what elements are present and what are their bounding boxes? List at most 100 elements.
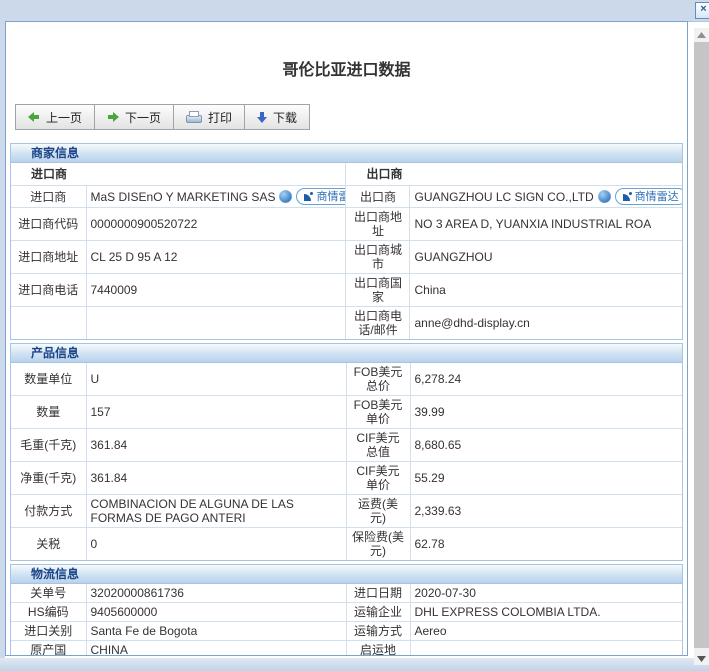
field-label: FOB美元单价 bbox=[345, 395, 411, 429]
field-label: 关税 bbox=[11, 527, 87, 560]
table-row: 关税 0 保险费(美元) 62.78 bbox=[11, 527, 682, 560]
download-label: 下载 bbox=[273, 110, 298, 125]
field-label: 进口商代码 bbox=[11, 207, 87, 241]
table-row: HS编码 9405600000 运输企业 DHL EXPRESS COLOMBI… bbox=[11, 602, 682, 622]
next-page-button[interactable]: 下一页 bbox=[94, 104, 175, 130]
field-label: 运输方式 bbox=[345, 621, 411, 641]
field-label: 净重(千克) bbox=[11, 461, 87, 495]
table-row: 进口商地址 CL 25 D 95 A 12 出口商城市 GUANGZHOU bbox=[11, 240, 682, 274]
field-label bbox=[11, 306, 87, 339]
field-label: 原产国 bbox=[11, 640, 87, 655]
field-label: 数量单位 bbox=[11, 363, 87, 396]
table-row: 进口商代码 0000000900520722 出口商地址 NO 3 AREA D… bbox=[11, 207, 682, 241]
radar-button[interactable]: 商情雷达 bbox=[296, 188, 345, 205]
table-row: 净重(千克) 361.84 CIF美元单价 55.29 bbox=[11, 461, 682, 495]
arrow-right-icon bbox=[107, 112, 120, 122]
field-value: 6,278.24 bbox=[409, 363, 682, 396]
field-value: 32020000861736 bbox=[85, 584, 347, 603]
top-frame-strip bbox=[0, 0, 709, 22]
globe-icon[interactable] bbox=[279, 190, 293, 203]
field-value: 157 bbox=[85, 395, 347, 429]
bottom-frame-strip bbox=[0, 658, 709, 671]
globe-icon[interactable] bbox=[597, 190, 611, 203]
vertical-scrollbar[interactable] bbox=[694, 28, 709, 665]
field-value: U bbox=[85, 363, 347, 396]
field-value: 2020-07-30 bbox=[409, 584, 682, 603]
field-value: DHL EXPRESS COLOMBIA LTDA. bbox=[409, 602, 682, 622]
field-value bbox=[409, 640, 682, 655]
page: × 哥伦比亚进口数据 上一页 下一页 打印 下载 商家信息 进口商 出口商 进口… bbox=[0, 0, 709, 671]
download-button[interactable]: 下载 bbox=[244, 104, 311, 130]
radar-button[interactable]: 商情雷达 bbox=[614, 188, 682, 205]
scrollbar-thumb[interactable] bbox=[694, 42, 709, 648]
arrow-down-icon bbox=[257, 111, 268, 123]
field-label: FOB美元总价 bbox=[345, 363, 411, 396]
field-value: 2,339.63 bbox=[409, 494, 682, 528]
table-row: 进口商 MaS DISEnO Y MARKETING SAS 商情雷达 出口商 bbox=[11, 185, 682, 208]
scroll-up-button[interactable] bbox=[694, 28, 709, 41]
merchant-table: 进口商 出口商 进口商 MaS DISEnO Y MARKETING SAS 商… bbox=[11, 163, 682, 339]
field-label: 运输企业 bbox=[345, 602, 411, 622]
field-value: Santa Fe de Bogota bbox=[85, 621, 347, 641]
importer-name: MaS DISEnO Y MARKETING SAS bbox=[90, 189, 276, 204]
field-value: NO 3 AREA D, YUANXIA INDUSTRIAL ROA bbox=[409, 207, 682, 241]
table-row: 进口商电话 7440009 出口商国家 China bbox=[11, 273, 682, 307]
scroll-down-button[interactable] bbox=[694, 652, 709, 665]
field-label: CIF美元单价 bbox=[345, 461, 411, 495]
field-value: 361.84 bbox=[85, 461, 347, 495]
next-page-label: 下一页 bbox=[125, 110, 162, 125]
printer-icon bbox=[186, 110, 203, 124]
section-product: 产品信息 数量单位 U FOB美元总价 6,278.24 数量 157 FOB美… bbox=[10, 343, 683, 561]
table-row: 出口商电话/邮件 anne@dhd-display.cn bbox=[11, 306, 682, 339]
toolbar: 上一页 下一页 打印 下载 bbox=[15, 104, 687, 130]
field-value: CHINA bbox=[85, 640, 347, 655]
field-value: 8,680.65 bbox=[409, 428, 682, 462]
field-value: MaS DISEnO Y MARKETING SAS 商情雷达 bbox=[85, 185, 347, 208]
exporter-column-header: 出口商 bbox=[345, 163, 682, 186]
field-label: 保险费(美元) bbox=[345, 527, 411, 560]
table-row: 付款方式 COMBINACION DE ALGUNA DE LAS FORMAS… bbox=[11, 494, 682, 528]
field-label: HS编码 bbox=[11, 602, 87, 622]
field-value: anne@dhd-display.cn bbox=[409, 306, 682, 339]
field-value: GUANGZHOU bbox=[409, 240, 682, 274]
prev-page-label: 上一页 bbox=[46, 110, 83, 125]
field-value: 55.29 bbox=[409, 461, 682, 495]
logistics-table: 关单号 32020000861736 进口日期 2020-07-30 HS编码 … bbox=[11, 584, 682, 655]
field-value: GUANGZHOU LC SIGN CO.,LTD 商情雷达 bbox=[409, 185, 682, 208]
exporter-name: GUANGZHOU LC SIGN CO.,LTD bbox=[414, 189, 594, 204]
table-row: 数量单位 U FOB美元总价 6,278.24 bbox=[11, 363, 682, 396]
radar-icon bbox=[622, 192, 632, 201]
field-label: 进口商地址 bbox=[11, 240, 87, 274]
field-value bbox=[85, 306, 347, 339]
print-label: 打印 bbox=[208, 110, 233, 125]
field-label: 毛重(千克) bbox=[11, 428, 87, 462]
print-button[interactable]: 打印 bbox=[173, 104, 246, 130]
import-data-dialog: 哥伦比亚进口数据 上一页 下一页 打印 下载 商家信息 进口商 出口商 进口商 … bbox=[5, 21, 688, 656]
section-header-product: 产品信息 bbox=[11, 344, 682, 363]
field-value: 62.78 bbox=[409, 527, 682, 560]
field-label: 出口商城市 bbox=[345, 240, 411, 274]
radar-label: 商情雷达 bbox=[316, 190, 345, 203]
radar-icon bbox=[304, 192, 314, 201]
section-logistics: 物流信息 关单号 32020000861736 进口日期 2020-07-30 … bbox=[10, 564, 683, 655]
importer-column-header: 进口商 bbox=[11, 163, 347, 186]
field-value: COMBINACION DE ALGUNA DE LAS FORMAS DE P… bbox=[85, 494, 347, 528]
sections: 商家信息 进口商 出口商 进口商 MaS DISEnO Y MARKETING … bbox=[10, 143, 683, 655]
field-value: 7440009 bbox=[85, 273, 347, 307]
product-table: 数量单位 U FOB美元总价 6,278.24 数量 157 FOB美元单价 3… bbox=[11, 363, 682, 560]
field-label: 付款方式 bbox=[11, 494, 87, 528]
table-row: 毛重(千克) 361.84 CIF美元总值 8,680.65 bbox=[11, 428, 682, 462]
field-label: 数量 bbox=[11, 395, 87, 429]
field-label: 进口商 bbox=[11, 185, 87, 208]
field-label: 出口商电话/邮件 bbox=[345, 306, 411, 339]
field-value: 9405600000 bbox=[85, 602, 347, 622]
field-value: 39.99 bbox=[409, 395, 682, 429]
field-label: 出口商地址 bbox=[345, 207, 411, 241]
field-value: 361.84 bbox=[85, 428, 347, 462]
field-label: 出口商 bbox=[345, 185, 411, 208]
field-label: 启运地 bbox=[345, 640, 411, 655]
field-label: 出口商国家 bbox=[345, 273, 411, 307]
radar-label: 商情雷达 bbox=[634, 190, 679, 203]
prev-page-button[interactable]: 上一页 bbox=[15, 104, 96, 130]
close-icon[interactable]: × bbox=[695, 2, 709, 19]
